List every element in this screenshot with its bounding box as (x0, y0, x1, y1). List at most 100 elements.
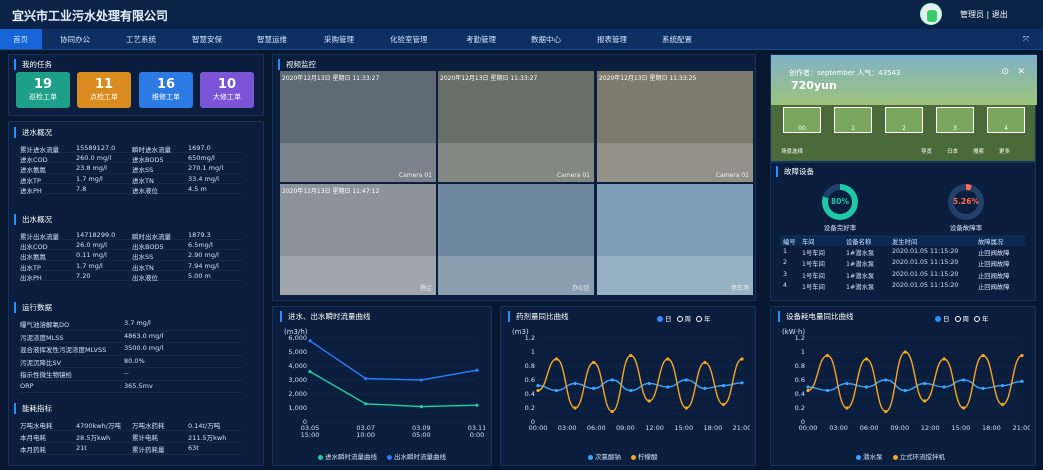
series-line (807, 379, 1023, 392)
legend-item[interactable]: 出水瞬时流量曲线 (387, 453, 446, 461)
camera-feed[interactable]: 2020年12月13日 星期日 11:33:27 Camera 01 (438, 71, 594, 182)
nav-item[interactable]: 首页 (13, 34, 28, 45)
nav-item[interactable]: 系统配置 (662, 34, 692, 45)
series-line (309, 370, 478, 408)
data-point (610, 409, 614, 414)
user-logout[interactable]: 管理员 | 退出 (960, 9, 1008, 20)
gauge-intact-label: 设备完好率 (823, 224, 857, 232)
data-point (684, 378, 688, 382)
data-point (610, 378, 614, 382)
task-card[interactable]: 16 维修工单 (139, 72, 193, 108)
kv-label: 混合液挥发性污泥浓度MLVSS (20, 346, 107, 354)
vr-logo: 720yun (791, 79, 837, 92)
vr-toolbar-item[interactable]: 更多 (999, 147, 1010, 155)
x-tick-label: 15:00 (301, 431, 320, 439)
data-point (1020, 379, 1024, 383)
y-tick-label: 3,000 (288, 376, 307, 384)
scene-thumbnail[interactable]: 2 (885, 107, 923, 133)
camera-feed[interactable]: 2020年12月13日 星期日 11:33:25 Camera 01 (597, 71, 753, 182)
nav-item[interactable]: 化验室管理 (390, 34, 428, 45)
data-point (475, 368, 479, 372)
table-header: 编号 车间 设备名称 发生时间 故障属况 (780, 235, 1025, 247)
legend-item[interactable]: 次氯酸钠 (588, 453, 621, 461)
y-tick-label: 4,000 (288, 362, 307, 370)
nav-item[interactable]: 采购管理 (324, 34, 354, 45)
kv-row: ORP 365.5mv (20, 381, 242, 393)
camera-feed[interactable]: 办公区 (438, 184, 594, 295)
y-tick-label: 1 (531, 348, 535, 356)
data-point (647, 381, 651, 386)
nav-item[interactable]: 数据中心 (531, 34, 561, 45)
task-card[interactable]: 19 巡检工单 (16, 72, 70, 108)
scene-thumbnail[interactable]: 3 (936, 107, 974, 133)
close-icon[interactable]: ✕ (1017, 67, 1025, 77)
legend-item[interactable]: 立式环流搅拌机 (892, 453, 945, 461)
table-row[interactable]: 1 1号车间 1#潜水泵 2020.01.05 11:15:20 止回阀故障 (780, 246, 1025, 257)
table-row[interactable]: 3 1号车间 1#潜水泵 2020.01.05 11:15:20 止回阀故障 (780, 269, 1025, 280)
kv-label: 指示性微生物镜检 (20, 371, 72, 379)
legend-item[interactable]: 柠檬酸 (631, 453, 658, 461)
vr-author: 创作者：september 人气：43543 (789, 69, 901, 77)
kv-row: 进水TP 1.7 mg/l 进水TN 33.4 mg/l (20, 174, 242, 185)
legend-swatch (588, 454, 593, 460)
legend-item[interactable]: 潜水泵 (856, 453, 883, 461)
legend-swatch (318, 454, 323, 460)
kv-value: 15589127.0 (76, 144, 116, 152)
table-row[interactable]: 2 1号车间 1#潜水泵 2020.01.05 11:15:20 止回阀故障 (780, 257, 1025, 268)
data-point (554, 388, 559, 393)
nav-item[interactable]: 智慧安保 (192, 34, 222, 45)
vr-toolbar-item[interactable]: 日本 (947, 147, 958, 155)
kv-row: 出水氨氮 0.11 mg/l 出水SS 2.90 mg/l (20, 250, 242, 261)
vr-toolbar-item[interactable]: 导览 (921, 147, 932, 155)
scene-thumbnail[interactable]: 00 (783, 107, 821, 133)
y-tick-label: 0.4 (795, 390, 805, 398)
data-point (942, 385, 946, 389)
x-tick-label: 03:00 (558, 424, 577, 432)
fullscreen-icon[interactable]: ⤧ (1023, 34, 1029, 44)
vr-panorama[interactable]: 创作者：september 人气：43543 720yun ⊙ ✕ 00 1 2 3 4… (770, 54, 1037, 162)
nav-item[interactable]: 工艺系统 (126, 34, 156, 45)
data-point (864, 357, 868, 361)
scene-thumbnail[interactable]: 1 (834, 107, 872, 133)
nav-item[interactable]: 报表管理 (597, 34, 627, 45)
camera-feed[interactable]: 2020年12月13日 星期日 11:33:27 Camera 01 (280, 71, 436, 182)
camera-name: 停车场 (730, 285, 749, 292)
nav-item[interactable]: 智慧运维 (257, 34, 287, 45)
data-point (903, 350, 907, 354)
table-cell: 止回阀故障 (978, 261, 1010, 269)
table-cell: 1#潜水泵 (846, 272, 875, 280)
x-tick-label: 03:00 (829, 424, 848, 432)
x-tick-label: 12:00 (645, 424, 664, 432)
kv-label: 本月电耗 (20, 434, 46, 442)
camera-feed[interactable]: 停车场 (597, 184, 753, 295)
legend-item[interactable]: 进水瞬时流量曲线 (318, 453, 377, 461)
x-tick-label: 00:00 (529, 424, 548, 432)
kv-value: 7.94 mg/l (188, 261, 219, 270)
legend-label: 出水瞬时流量曲线 (394, 453, 446, 461)
data-point (825, 388, 830, 393)
camera-name: 办公区 (571, 285, 590, 292)
camera-name: Camera 01 (398, 172, 432, 179)
camera-name: Camera 01 (715, 172, 749, 179)
target-icon[interactable]: ⊙ (1001, 67, 1009, 77)
kv-row: 污泥浓度MLSS 4863.0 mg/l (20, 331, 242, 343)
data-point (666, 385, 670, 389)
table-row[interactable]: 4 1号车间 1#潜水泵 2020.01.05 11:15:20 止回阀故障 (780, 280, 1025, 291)
avatar[interactable] (920, 3, 942, 25)
vr-toolbar-item[interactable]: 场景选择 (781, 147, 803, 155)
legend-label: 进水瞬时流量曲线 (325, 453, 377, 461)
kv-value: 260.0 mg/l (76, 154, 112, 163)
nav-item[interactable]: 考勤管理 (466, 34, 496, 45)
vr-toolbar-item[interactable]: 搜索 (973, 147, 984, 155)
task-card[interactable]: 11 点检工单 (77, 72, 131, 108)
task-card[interactable]: 10 大修工单 (200, 72, 254, 108)
x-tick-label: 05:00 (412, 431, 431, 439)
y-tick-label: 0.4 (525, 390, 535, 398)
kv-row: 曝气池溶解氧DO 3.7 mg/l (20, 318, 242, 331)
table-cell: 2 (783, 259, 788, 267)
video-title: 视频监控 (278, 59, 316, 70)
nav-item[interactable]: 协同办公 (60, 34, 90, 45)
scene-thumbnail[interactable]: 4 (987, 107, 1025, 133)
camera-feed[interactable]: 2020年12月13日 星期日 11:47:12 扬尘 (280, 184, 436, 295)
kv-row: 累计出水流量 14718299.0 瞬时出水流量 1879.3 (20, 230, 242, 241)
